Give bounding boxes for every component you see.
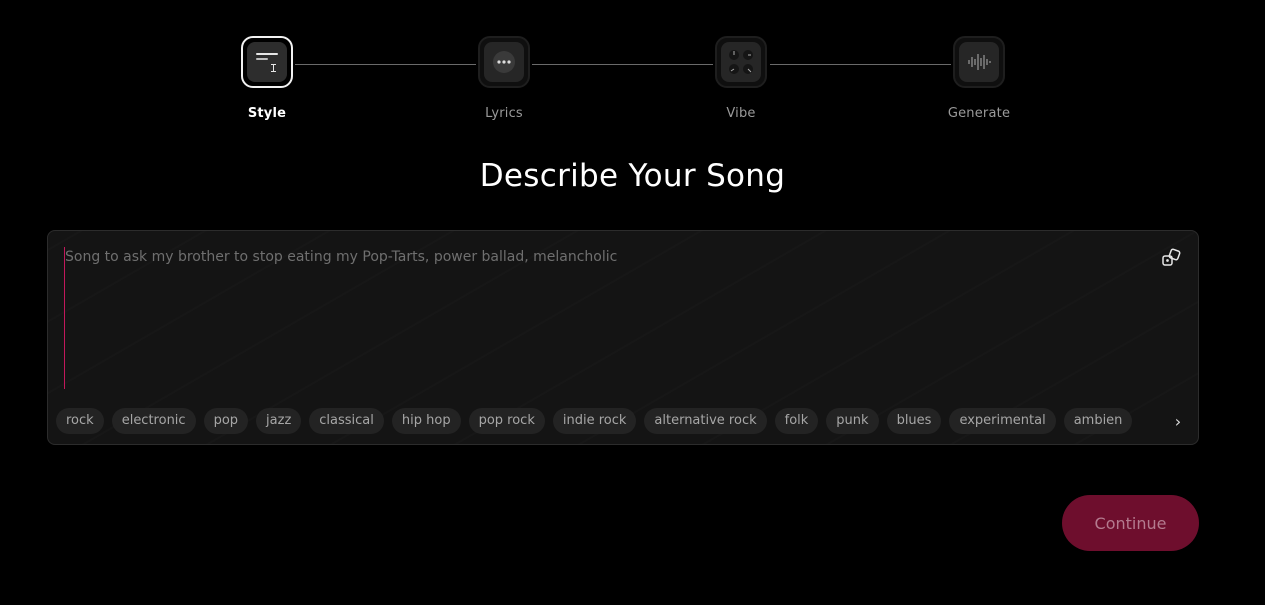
lyrics-step-icon [478, 36, 530, 88]
genre-chip[interactable]: classical [309, 408, 384, 434]
generate-step-icon [953, 36, 1005, 88]
genre-chip[interactable]: pop [203, 408, 249, 434]
genre-chip[interactable]: ambien [1063, 408, 1133, 434]
song-description-input[interactable] [64, 247, 1145, 389]
step-generate[interactable]: Generate [929, 36, 1029, 121]
chevron-right-icon: › [1174, 411, 1182, 431]
stepper: Style Lyrics Vibe Generate [239, 36, 1011, 131]
genre-chip[interactable]: indie rock [552, 408, 637, 434]
page-title: Describe Your Song [479, 158, 786, 194]
randomize-button[interactable] [1160, 247, 1182, 269]
step-label-lyrics: Lyrics [485, 106, 523, 121]
genre-chip[interactable]: electronic [111, 408, 196, 434]
step-style[interactable]: Style [217, 36, 317, 121]
dice-icon [1162, 248, 1181, 266]
genre-chip[interactable]: folk [774, 408, 819, 434]
genre-chip[interactable]: experimental [949, 408, 1056, 434]
step-label-generate: Generate [947, 106, 1011, 121]
page: Style Lyrics Vibe Generate Describe Your… [0, 0, 1265, 605]
step-lyrics[interactable]: Lyrics [454, 36, 554, 121]
step-vibe[interactable]: Vibe [691, 36, 791, 121]
step-connector [295, 64, 476, 65]
genre-chip[interactable]: blues [886, 408, 942, 434]
continue-button[interactable]: Continue [1062, 495, 1199, 551]
genre-chip[interactable]: pop rock [468, 408, 545, 434]
genre-chip[interactable]: hip hop [391, 408, 461, 434]
vibe-step-icon [715, 36, 767, 88]
genre-chip[interactable]: rock [56, 408, 104, 434]
genre-chip[interactable]: alternative rock [644, 408, 767, 434]
style-step-icon [241, 36, 293, 88]
genre-chip[interactable]: punk [826, 408, 879, 434]
genre-chip[interactable]: jazz [256, 408, 302, 434]
genre-chips: rock electronic pop jazz classical hip hop pop… [56, 408, 1181, 434]
step-connector [532, 64, 713, 65]
chips-scroll-right-button[interactable]: › [1168, 410, 1188, 432]
song-description-box: rock electronic popjazz classical hip hop pop… [47, 230, 1199, 445]
step-connector [770, 64, 951, 65]
step-label-style: Style [247, 106, 287, 121]
step-label-vibe: Vibe [726, 106, 756, 121]
